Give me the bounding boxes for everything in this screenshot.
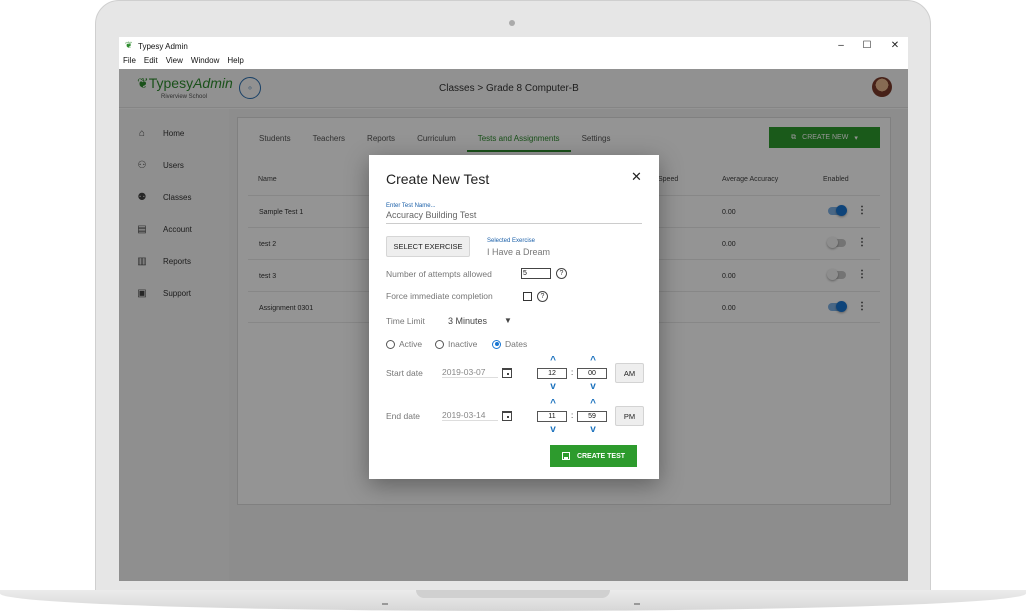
radio-dates[interactable]: Dates [492,339,527,349]
attempts-input[interactable]: 5 [521,268,551,279]
window-title: Typesy Admin [138,42,188,51]
end-date-label: End date [386,411,421,421]
radio-inactive[interactable]: Inactive [435,339,477,349]
time-separator: : [571,411,574,420]
hour-up-icon[interactable]: ^ [547,399,559,409]
calendar-icon[interactable] [502,411,512,421]
help-icon[interactable]: ? [556,268,567,279]
time-separator: : [571,368,574,377]
start-ampm-button[interactable]: AM [615,363,644,383]
test-name-input[interactable]: Accuracy Building Test [386,210,642,224]
time-limit-select[interactable]: 3 Minutes [448,316,487,326]
minute-up-icon[interactable]: ^ [587,356,599,366]
menu-bar: File Edit View Window Help [119,56,908,69]
menu-view[interactable]: View [166,56,183,69]
laptop-notch [416,590,610,598]
minimize-icon[interactable]: – [833,40,849,51]
create-test-label: CREATE TEST [576,452,626,460]
dialog-title: Create New Test [386,171,490,187]
attempts-label: Number of attempts allowed [386,269,492,279]
laptop-foot [634,603,640,605]
radio-button [386,339,395,349]
minute-down-icon[interactable]: v [587,425,599,435]
create-test-button[interactable]: CREATE TEST [550,445,637,467]
window-titlebar: ❦ Typesy Admin – ☐ ✕ [119,37,908,55]
time-limit-label: Time Limit [386,316,425,326]
menu-edit[interactable]: Edit [144,56,158,69]
end-ampm-button[interactable]: PM [615,406,644,426]
radio-button [435,339,444,349]
selected-exercise-value: I Have a Dream [487,247,551,257]
end-date-input[interactable]: 2019-03-14 [442,410,498,421]
help-icon[interactable]: ? [537,291,548,302]
start-hour-input[interactable]: 12 [537,368,567,379]
close-window-icon[interactable]: ✕ [887,40,903,51]
laptop-foot [382,603,388,605]
menu-window[interactable]: Window [191,56,219,69]
selected-exercise-label: Selected Exercise [487,238,536,244]
end-hour-input[interactable]: 11 [537,411,567,422]
minute-down-icon[interactable]: v [587,382,599,392]
hour-up-icon[interactable]: ^ [547,356,559,366]
dropdown-arrow-icon[interactable]: ▼ [504,316,512,325]
radio-button [492,339,501,349]
create-test-dialog: Create New Test ✕ Enter Test Name... Acc… [369,155,659,479]
radio-label: Inactive [448,339,478,349]
start-minute-input[interactable]: 00 [577,368,607,379]
start-date-input[interactable]: 2019-03-07 [442,367,498,378]
save-icon [561,452,570,460]
app-logo-icon: ❦ [125,40,133,50]
menu-file[interactable]: File [123,56,136,69]
select-exercise-button[interactable]: SELECT EXERCISE [386,236,470,257]
calendar-icon[interactable] [502,368,512,378]
menu-help[interactable]: Help [227,56,243,69]
hour-down-icon[interactable]: v [547,382,559,392]
minute-up-icon[interactable]: ^ [587,399,599,409]
start-date-label: Start date [386,368,423,378]
close-icon[interactable]: ✕ [631,169,642,185]
maximize-icon[interactable]: ☐ [859,40,875,51]
test-name-label: Enter Test Name... [386,203,436,209]
end-minute-input[interactable]: 59 [577,411,607,422]
radio-active[interactable]: Active [386,339,422,349]
radio-label: Active [399,339,423,349]
force-completion-checkbox[interactable] [523,292,532,301]
webcam [509,20,515,26]
radio-label: Dates [505,339,528,349]
hour-down-icon[interactable]: v [547,425,559,435]
force-completion-label: Force immediate completion [386,291,493,301]
